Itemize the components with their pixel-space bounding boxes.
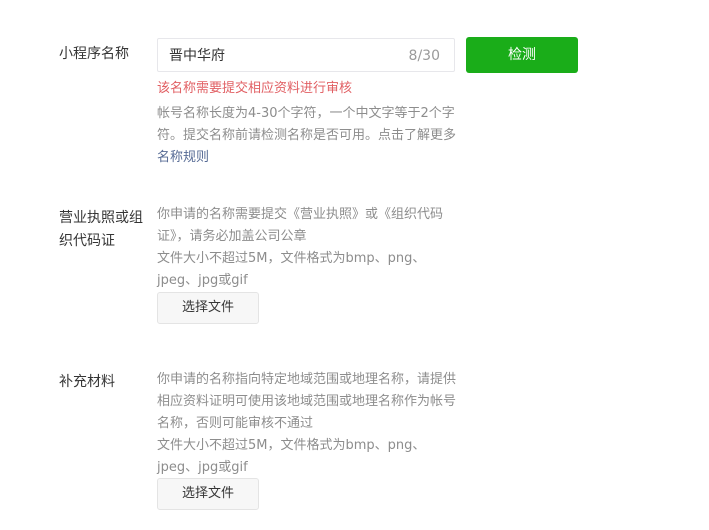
name-rules-link[interactable]: 名称规则 xyxy=(157,150,209,165)
name-rules-tip-text: 帐号名称长度为4-30个字符，一个中文字等于2个字符。提交名称前请检测名称是否可… xyxy=(157,106,457,143)
business-license-file-limit: 文件大小不超过5M，文件格式为bmp、png、jpeg、jpg或gif xyxy=(157,251,426,288)
name-input-value: 晋中华府 xyxy=(169,48,225,64)
name-rules-tip: 帐号名称长度为4-30个字符，一个中文字等于2个字符。提交名称前请检测名称是否可… xyxy=(157,103,457,169)
license-choose-file-button[interactable]: 选择文件 xyxy=(157,292,259,324)
name-char-counter: 8/30 xyxy=(408,48,440,64)
mini-program-name-label: 小程序名称 xyxy=(59,46,129,62)
supplementary-material-requirement: 你申请的名称指向特定地域范围或地理名称，请提供相应资料证明可使用该地域范围或地理… xyxy=(157,372,457,431)
check-name-button[interactable]: 检测 xyxy=(466,37,578,73)
mini-program-name-input[interactable]: 晋中华府 8/30 xyxy=(157,38,455,72)
supplementary-material-label: 补充材料 xyxy=(59,374,115,390)
supplementary-choose-file-button[interactable]: 选择文件 xyxy=(157,478,259,510)
name-review-error: 该名称需要提交相应资料进行审核 xyxy=(157,81,353,96)
business-license-tip: 你申请的名称需要提交《营业执照》或《组织代码证》，请务必加盖公司公章 文件大小不… xyxy=(157,204,457,292)
supplementary-material-file-limit: 文件大小不超过5M，文件格式为bmp、png、jpeg、jpg或gif xyxy=(157,438,426,475)
supplementary-material-tip: 你申请的名称指向特定地域范围或地理名称，请提供相应资料证明可使用该地域范围或地理… xyxy=(157,369,457,479)
business-license-requirement: 你申请的名称需要提交《营业执照》或《组织代码证》，请务必加盖公司公章 xyxy=(157,207,444,244)
business-license-label: 营业执照或组织代码证 xyxy=(59,210,143,249)
